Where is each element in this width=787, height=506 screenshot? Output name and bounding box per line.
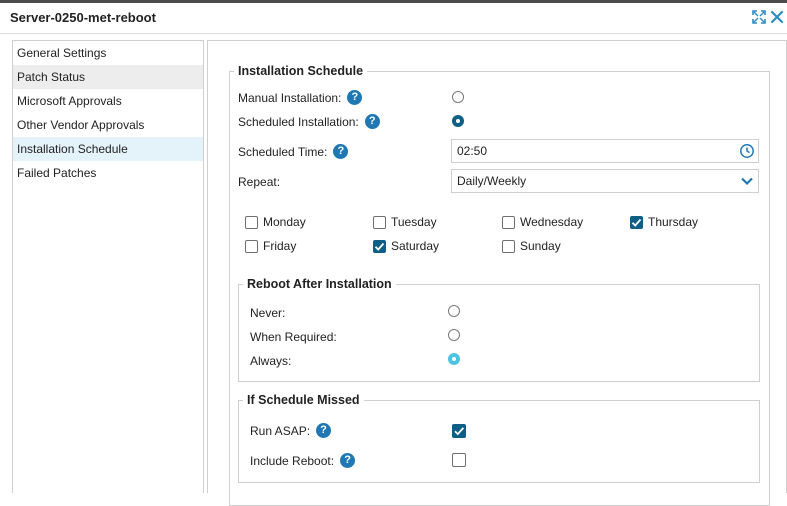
never-row: Never: (250, 306, 285, 320)
sidebar-item-general-settings[interactable]: General Settings (13, 41, 203, 65)
always-row: Always: (250, 354, 291, 368)
scheduled-time-field[interactable]: 02:50 (451, 139, 759, 163)
help-icon[interactable]: ? (347, 90, 363, 105)
chevron-down-icon[interactable] (736, 170, 758, 192)
always-label: Always: (250, 354, 292, 368)
when-required-label: When Required: (250, 330, 337, 344)
scheduled-installation-radio[interactable] (452, 115, 464, 127)
thursday-checkbox[interactable] (630, 216, 643, 229)
repeat-label: Repeat: (238, 175, 281, 189)
scheduled-time-row: Scheduled Time: ? (238, 144, 349, 159)
never-label: Never: (250, 306, 286, 320)
monday-checkbox[interactable] (245, 216, 258, 229)
repeat-select[interactable]: Daily/Weekly (451, 169, 759, 193)
sidebar-item-other-vendor-approvals[interactable]: Other Vendor Approvals (13, 113, 203, 137)
include-reboot-checkbox[interactable] (452, 453, 466, 467)
window-title: Server-0250-met-reboot (10, 10, 156, 25)
clock-icon[interactable] (736, 140, 758, 162)
installation-schedule-legend: Installation Schedule (238, 64, 364, 78)
always-radio[interactable] (448, 353, 460, 365)
run-asap-label: Run ASAP: (250, 423, 311, 438)
include-reboot-row: Include Reboot: ? (250, 453, 356, 468)
sidebar-item-failed-patches[interactable]: Failed Patches (13, 161, 203, 185)
friday-checkbox[interactable] (245, 240, 258, 253)
sidebar-item-installation-schedule[interactable]: Installation Schedule (13, 137, 203, 161)
repeat-value: Daily/Weekly (457, 174, 527, 188)
tuesday-label: Tuesday (391, 215, 437, 229)
wednesday-label: Wednesday (520, 215, 584, 229)
scheduled-installation-label: Scheduled Installation: (238, 114, 359, 129)
repeat-row: Repeat: (238, 175, 280, 189)
monday-label: Monday (263, 215, 306, 229)
run-asap-checkbox[interactable] (452, 424, 466, 438)
scheduled-time-value: 02:50 (457, 144, 488, 158)
sidebar-item-microsoft-approvals[interactable]: Microsoft Approvals (13, 89, 203, 113)
expand-icon[interactable] (751, 9, 767, 25)
when-required-radio[interactable] (448, 329, 460, 341)
run-asap-row: Run ASAP: ? (250, 423, 332, 438)
when-required-row: When Required: (250, 330, 337, 344)
close-icon[interactable] (769, 9, 785, 25)
saturday-label: Saturday (391, 239, 440, 253)
tuesday-checkbox[interactable] (373, 216, 386, 229)
scheduled-installation-row: Scheduled Installation: ? (238, 114, 380, 129)
title-bar: Server-0250-met-reboot (0, 3, 787, 34)
help-icon[interactable]: ? (364, 114, 380, 129)
help-icon[interactable]: ? (316, 423, 332, 438)
main-panel: Installation Schedule Manual Installatio… (207, 40, 787, 506)
wednesday-checkbox[interactable] (502, 216, 515, 229)
sidebar: General Settings Patch Status Microsoft … (12, 40, 204, 493)
never-radio[interactable] (448, 305, 460, 317)
help-icon[interactable]: ? (333, 144, 349, 159)
reboot-legend: Reboot After Installation (247, 277, 392, 291)
manual-installation-radio[interactable] (452, 91, 464, 103)
help-icon[interactable]: ? (340, 453, 356, 468)
manual-installation-label: Manual Installation: (238, 90, 342, 105)
friday-label: Friday (263, 239, 297, 253)
include-reboot-label: Include Reboot: (250, 453, 335, 468)
window-controls (751, 9, 785, 25)
scheduled-time-label: Scheduled Time: (238, 144, 328, 159)
manual-installation-row: Manual Installation: ? (238, 90, 363, 105)
schedule-missed-group: If Schedule Missed (238, 393, 760, 483)
schedule-missed-legend: If Schedule Missed (247, 393, 360, 407)
thursday-label: Thursday (648, 215, 699, 229)
sunday-checkbox[interactable] (502, 240, 515, 253)
sunday-label: Sunday (520, 239, 561, 253)
saturday-checkbox[interactable] (373, 240, 386, 253)
sidebar-item-patch-status[interactable]: Patch Status (13, 65, 203, 89)
